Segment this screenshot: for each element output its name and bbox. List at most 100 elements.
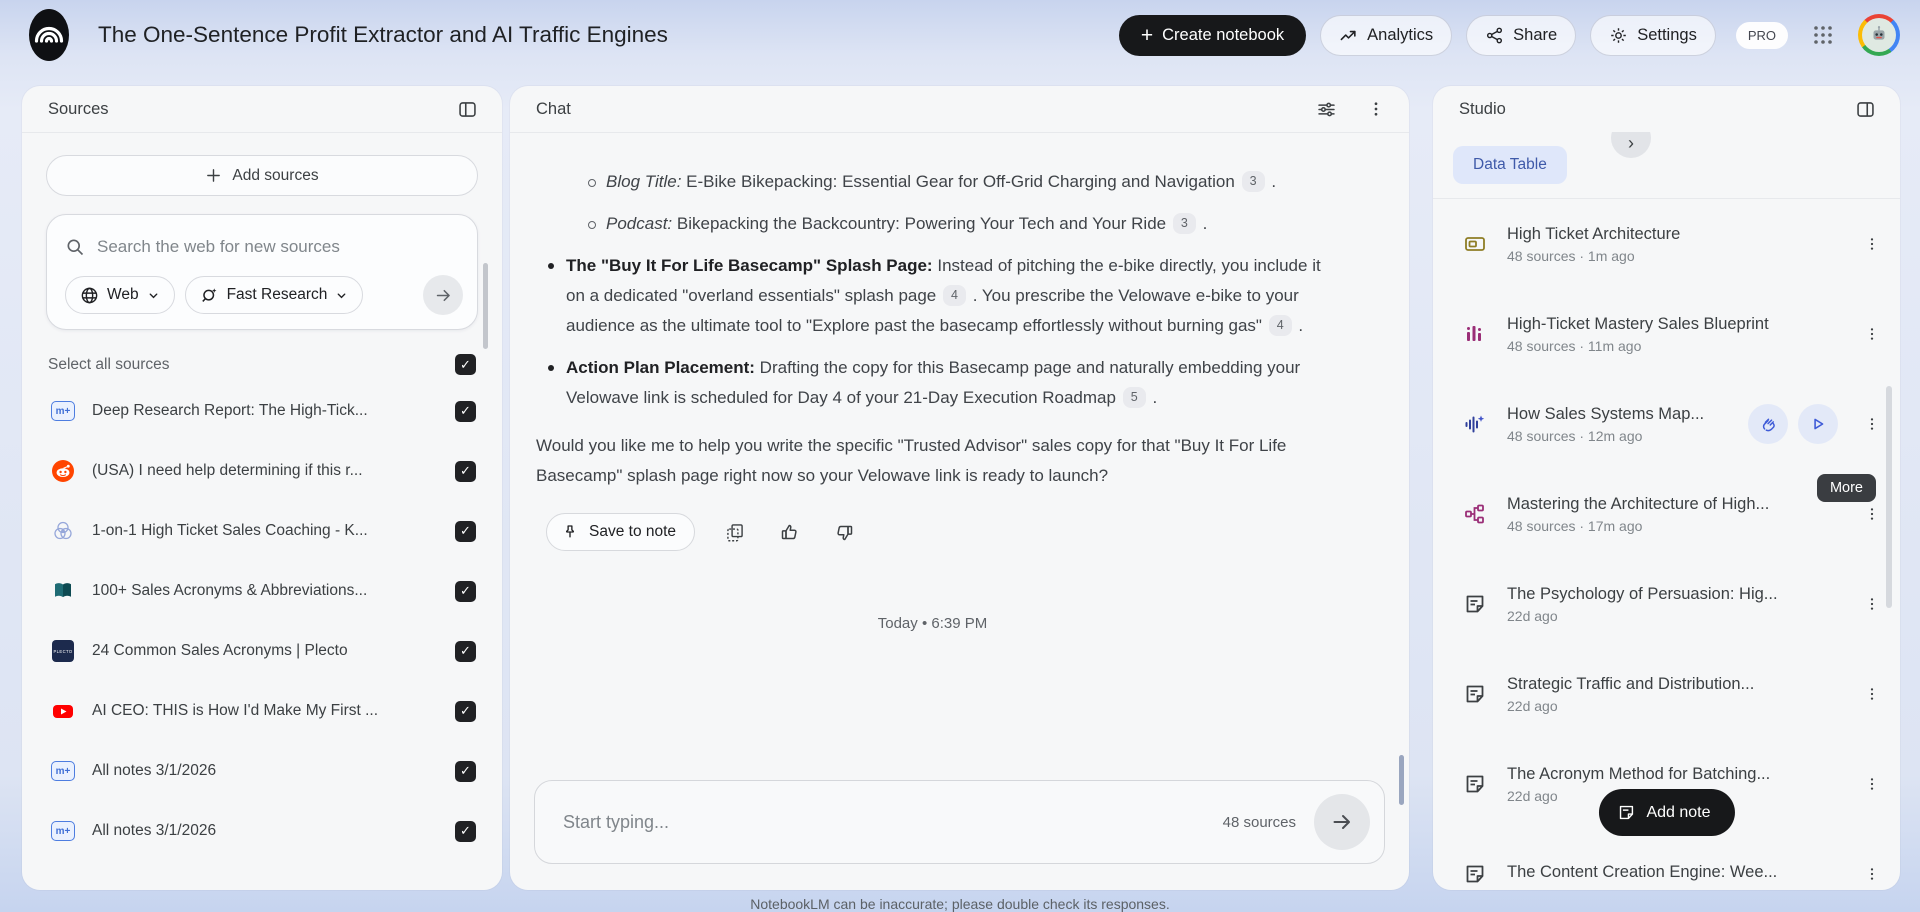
chip-carousel-next-icon[interactable]: › xyxy=(1611,132,1651,158)
save-to-note-button[interactable]: Save to note xyxy=(546,513,695,551)
web-source-type-chip[interactable]: Web xyxy=(65,276,175,314)
settings-button[interactable]: Settings xyxy=(1590,15,1716,56)
studio-item-row[interactable]: The Psychology of Persuasion: Hig... 22d… xyxy=(1433,559,1900,649)
interactive-mode-icon[interactable] xyxy=(1748,404,1788,444)
source-title: 24 Common Sales Acronyms | Plecto xyxy=(92,642,439,660)
sources-scrollbar[interactable] xyxy=(483,263,488,349)
bullet-label: Blog Title: xyxy=(606,172,681,191)
studio-item-menu-icon[interactable] xyxy=(1858,680,1886,708)
play-icon[interactable] xyxy=(1798,404,1838,444)
source-checkbox[interactable] xyxy=(455,521,476,542)
create-notebook-button[interactable]: + Create notebook xyxy=(1119,15,1306,56)
chat-scrollbar[interactable] xyxy=(1399,755,1404,805)
citation-chip[interactable]: 4 xyxy=(1269,315,1292,336)
source-checkbox[interactable] xyxy=(455,401,476,422)
chat-settings-sliders-icon[interactable] xyxy=(1312,95,1341,124)
studio-item-menu-icon[interactable] xyxy=(1858,230,1886,258)
select-all-checkbox[interactable] xyxy=(455,354,476,375)
chat-more-menu-icon[interactable] xyxy=(1363,96,1389,122)
notebooklm-logo-icon[interactable] xyxy=(28,8,70,62)
notebook-title[interactable]: The One-Sentence Profit Extractor and AI… xyxy=(98,22,668,48)
studio-item-menu-icon[interactable] xyxy=(1858,590,1886,618)
main-area: Sources Add sources Web xyxy=(22,86,1900,890)
source-count-label: 48 sources xyxy=(1223,814,1296,831)
sources-panel: Sources Add sources Web xyxy=(22,86,502,890)
source-title: All notes 3/1/2026 xyxy=(92,822,439,840)
studio-item-title: The Content Creation Engine: Wee... xyxy=(1507,863,1838,882)
bullet-marker xyxy=(548,263,566,341)
studio-item-row[interactable]: High-Ticket Mastery Sales Blueprint 48 s… xyxy=(1433,289,1900,379)
bullet-text: . xyxy=(1271,172,1276,191)
source-row[interactable]: PLECTO 24 Common Sales Acronyms | Plecto xyxy=(22,621,502,681)
studio-item-title: The Acronym Method for Batching... xyxy=(1507,765,1838,784)
send-message-button[interactable] xyxy=(1314,794,1370,850)
citation-chip[interactable]: 3 xyxy=(1242,171,1265,192)
share-button[interactable]: Share xyxy=(1466,15,1576,56)
copy-icon[interactable] xyxy=(721,518,749,546)
analytics-button[interactable]: Analytics xyxy=(1320,15,1452,56)
select-all-row: Select all sources xyxy=(22,330,502,381)
source-checkbox[interactable] xyxy=(455,581,476,602)
thumb-down-icon[interactable] xyxy=(830,518,859,547)
source-row[interactable]: (USA) I need help determining if this r.… xyxy=(22,441,502,501)
add-note-button[interactable]: Add note xyxy=(1598,789,1734,836)
studio-item-menu-icon[interactable] xyxy=(1858,320,1886,348)
source-row[interactable]: 1-on-1 High Ticket Sales Coaching - K... xyxy=(22,501,502,561)
chat-sub-bullet: Podcast: Bikepacking the Backcountry: Po… xyxy=(536,209,1329,239)
search-web-input[interactable] xyxy=(97,237,463,257)
studio-item-row[interactable]: High Ticket Architecture 48 sources · 1m… xyxy=(1433,199,1900,289)
mind-map-icon xyxy=(1463,502,1487,526)
plecto-favicon-icon: PLECTO xyxy=(50,638,76,664)
chat-timestamp: Today • 6:39 PM xyxy=(536,609,1329,639)
add-sources-label: Add sources xyxy=(232,167,318,185)
studio-item-row[interactable]: Strategic Traffic and Distribution... 22… xyxy=(1433,649,1900,739)
source-row[interactable]: 100+ Sales Acronyms & Abbreviations... xyxy=(22,561,502,621)
source-checkbox[interactable] xyxy=(455,821,476,842)
source-row[interactable]: m+ All notes 3/1/2026 xyxy=(22,801,502,861)
collapse-sources-panel-icon[interactable] xyxy=(453,95,482,124)
source-checkbox[interactable] xyxy=(455,461,476,482)
collapse-studio-panel-icon[interactable] xyxy=(1851,95,1880,124)
studio-item-row[interactable]: The Content Creation Engine: Wee... xyxy=(1433,829,1900,890)
chat-input[interactable] xyxy=(563,812,1223,833)
research-mode-chip[interactable]: Fast Research xyxy=(185,276,364,314)
avatar[interactable] xyxy=(1858,14,1900,56)
chevron-down-icon xyxy=(335,289,348,302)
citation-chip[interactable]: 4 xyxy=(943,285,966,306)
apps-grid-icon[interactable] xyxy=(1812,24,1834,46)
source-checkbox[interactable] xyxy=(455,701,476,722)
studio-item-meta: 48 sources · 1m ago xyxy=(1507,248,1838,264)
citation-chip[interactable]: 5 xyxy=(1123,387,1146,408)
thumb-up-icon[interactable] xyxy=(775,518,804,547)
studio-item-menu-icon[interactable] xyxy=(1858,410,1886,438)
arrow-right-icon xyxy=(434,286,453,305)
submit-search-button[interactable] xyxy=(423,275,463,315)
web-chip-label: Web xyxy=(107,286,139,304)
studio-item-menu-icon[interactable] xyxy=(1858,770,1886,798)
source-row[interactable]: AI CEO: THIS is How I'd Make My First ..… xyxy=(22,681,502,741)
disclaimer: NotebookLM can be inaccurate; please dou… xyxy=(0,896,1920,912)
source-row[interactable]: m+ Deep Research Report: The High-Tick..… xyxy=(22,381,502,441)
note-icon xyxy=(1463,862,1487,886)
source-row[interactable]: m+ All notes 3/1/2026 xyxy=(22,741,502,801)
bullet-text: Bikepacking the Backcountry: Powering Yo… xyxy=(677,214,1166,233)
venn-favicon-icon xyxy=(50,518,76,544)
chevron-down-icon xyxy=(147,289,160,302)
bullet-marker xyxy=(548,365,566,413)
studio-item-menu-icon[interactable] xyxy=(1858,860,1886,888)
data-table-chip[interactable]: Data Table xyxy=(1453,146,1567,184)
studio-item-meta: 22d ago xyxy=(1507,698,1838,714)
chat-message: Blog Title: E-Bike Bikepacking: Essentia… xyxy=(510,133,1409,639)
studio-item-menu-icon[interactable] xyxy=(1858,500,1886,528)
source-checkbox[interactable] xyxy=(455,641,476,662)
studio-item-row[interactable]: How Sales Systems Map... 48 sources · 12… xyxy=(1433,379,1900,469)
studio-scrollbar[interactable] xyxy=(1886,386,1892,608)
citation-chip[interactable]: 3 xyxy=(1173,213,1196,234)
push-pin-icon xyxy=(561,523,579,541)
source-title: All notes 3/1/2026 xyxy=(92,762,439,780)
bullet-label: Podcast: xyxy=(606,214,672,233)
studio-item-meta: 48 sources · 17m ago xyxy=(1507,518,1838,534)
bar-chart-icon xyxy=(1463,322,1487,346)
add-sources-button[interactable]: Add sources xyxy=(46,155,478,196)
source-checkbox[interactable] xyxy=(455,761,476,782)
